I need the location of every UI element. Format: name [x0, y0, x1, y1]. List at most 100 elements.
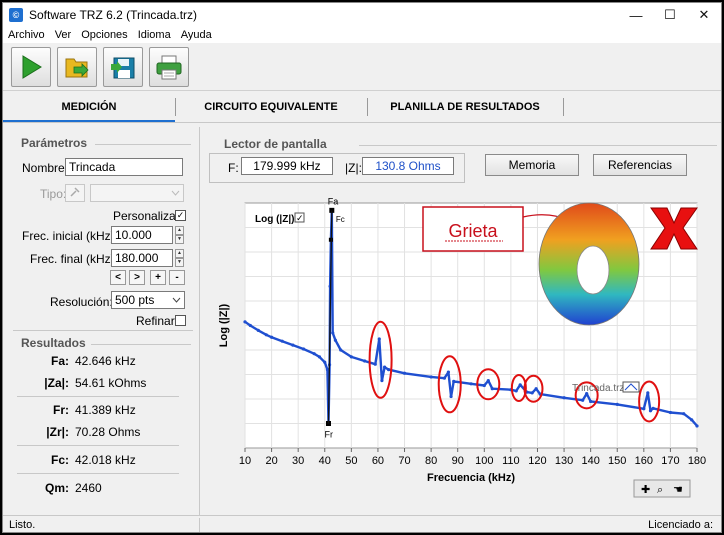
data-point: [349, 355, 353, 359]
refinar-checkbox[interactable]: [175, 315, 186, 326]
open-button[interactable]: [57, 47, 97, 87]
nav-prev-button[interactable]: <: [110, 270, 126, 285]
frec-inicial-input[interactable]: 10.000: [111, 226, 173, 244]
fc-point-label: Fc: [336, 215, 345, 224]
data-point: [363, 359, 367, 363]
fc-value: 42.018 kHz: [75, 453, 136, 467]
data-point: [446, 370, 450, 374]
license-text: Licenciado a:: [648, 519, 713, 531]
data-point: [581, 398, 585, 402]
x-tick-label: 120: [528, 455, 546, 467]
referencias-button[interactable]: Referencias: [593, 154, 687, 176]
run-button[interactable]: [11, 47, 51, 87]
frec-inicial-label: Frec. inicial (kHz):: [22, 229, 119, 243]
status-bar: Listo. Licenciado a:: [3, 515, 721, 532]
x-tick-label: 170: [661, 455, 679, 467]
chevron-down-icon: [172, 297, 181, 303]
frec-final-spinner[interactable]: ▲ ▼: [175, 249, 184, 267]
menu-idioma[interactable]: Idioma: [133, 29, 176, 41]
crosshair-icon: ✚: [641, 484, 650, 496]
results-separator: [17, 445, 179, 446]
data-point: [442, 376, 447, 380]
print-button[interactable]: [149, 47, 189, 87]
minimize-button[interactable]: —: [619, 3, 653, 27]
data-point: [386, 368, 391, 372]
status-divider: [199, 518, 200, 532]
nav-next-button[interactable]: >: [129, 270, 145, 285]
tab-bar: MEDICIÓN CIRCUITO EQUIVALENTE PLANILLA D…: [3, 93, 721, 122]
menu-ayuda[interactable]: Ayuda: [176, 29, 217, 41]
x-tick-label: 110: [502, 455, 520, 467]
resultados-title: Resultados: [21, 336, 86, 350]
data-point: [301, 347, 306, 351]
personalizar-checkbox[interactable]: ✓: [175, 210, 186, 221]
data-point: [469, 382, 473, 386]
tab-circuito-equivalente[interactable]: CIRCUITO EQUIVALENTE: [175, 93, 367, 121]
data-point: [402, 371, 407, 375]
frec-final-label: Frec. final (kHz):: [30, 252, 119, 266]
data-point: [333, 338, 337, 342]
status-text: Listo.: [9, 519, 36, 531]
close-button[interactable]: ✕: [687, 3, 721, 27]
zoom-icon: ⌕: [657, 484, 663, 496]
tab-separator: [563, 98, 564, 116]
maximize-button[interactable]: ☐: [653, 3, 687, 27]
fa-point-label: Fa: [328, 196, 339, 206]
y-axis-label: Log (|Z|): [218, 303, 230, 347]
data-point: [651, 406, 655, 410]
data-point: [429, 375, 433, 379]
data-point: [331, 331, 335, 335]
zr-label: |Zr|:: [46, 425, 69, 439]
data-point: [562, 396, 566, 400]
fc-label: Fc:: [51, 453, 69, 467]
title-bar: © Software TRZ 6.2 (Trincada.trz) — ☐ ✕: [3, 3, 721, 27]
frec-inicial-spinner[interactable]: ▲ ▼: [175, 226, 184, 244]
app-icon: ©: [9, 8, 23, 22]
data-point: [534, 387, 538, 391]
data-point: [530, 391, 534, 395]
frec-final-input[interactable]: 180.000: [111, 249, 173, 267]
x-tick-label: 60: [372, 455, 384, 467]
x-tick-label: 100: [475, 455, 493, 467]
menu-opciones[interactable]: Opciones: [76, 29, 132, 41]
data-point: [377, 337, 381, 341]
menu-archivo[interactable]: Archivo: [3, 29, 50, 41]
data-point: [668, 410, 673, 415]
memoria-button[interactable]: Memoria: [485, 154, 579, 176]
data-point: [449, 394, 453, 399]
refinar-label: Refinar: [136, 314, 175, 328]
data-point: [518, 383, 522, 387]
x-tick-label: 70: [398, 455, 410, 467]
nombre-label: Nombre:: [22, 161, 69, 175]
resolucion-label: Resolución:: [50, 295, 113, 309]
data-point: [514, 389, 518, 393]
nombre-input[interactable]: Trincada: [65, 158, 183, 176]
fa-value: 42.646 kHz: [75, 354, 136, 368]
zoom-out-button[interactable]: -: [169, 270, 185, 285]
group-line: [95, 144, 191, 145]
z-label: |Z|:: [345, 161, 362, 175]
save-button[interactable]: [103, 47, 143, 87]
x-tick-label: 160: [635, 455, 653, 467]
menu-ver[interactable]: Ver: [50, 29, 77, 41]
data-point: [646, 391, 650, 395]
zr-value: 70.28 Ohms: [75, 425, 141, 439]
data-point: [264, 333, 268, 337]
data-point: [690, 418, 694, 422]
fa-label: Fa:: [51, 354, 69, 368]
za-value: 54.61 kOhms: [75, 376, 147, 390]
data-point: [325, 368, 330, 372]
data-point: [482, 383, 486, 388]
x-tick-label: 80: [425, 455, 437, 467]
tab-planilla-resultados[interactable]: PLANILLA DE RESULTADOS: [367, 93, 563, 121]
x-tick-label: 40: [319, 455, 331, 467]
tab-medicion[interactable]: MEDICIÓN: [3, 93, 175, 121]
zoom-in-button[interactable]: +: [150, 270, 166, 285]
data-point: [323, 360, 327, 364]
group-line: [91, 344, 191, 345]
panel-divider: [199, 127, 200, 515]
data-point: [339, 348, 343, 352]
impedance-chart[interactable]: 10 20 30 40 50 60 70 80 90 100 110 120 130 140 150 160 1…: [209, 193, 717, 505]
x-tick-label: 10: [239, 455, 251, 467]
x-tick-label: 180: [688, 455, 706, 467]
